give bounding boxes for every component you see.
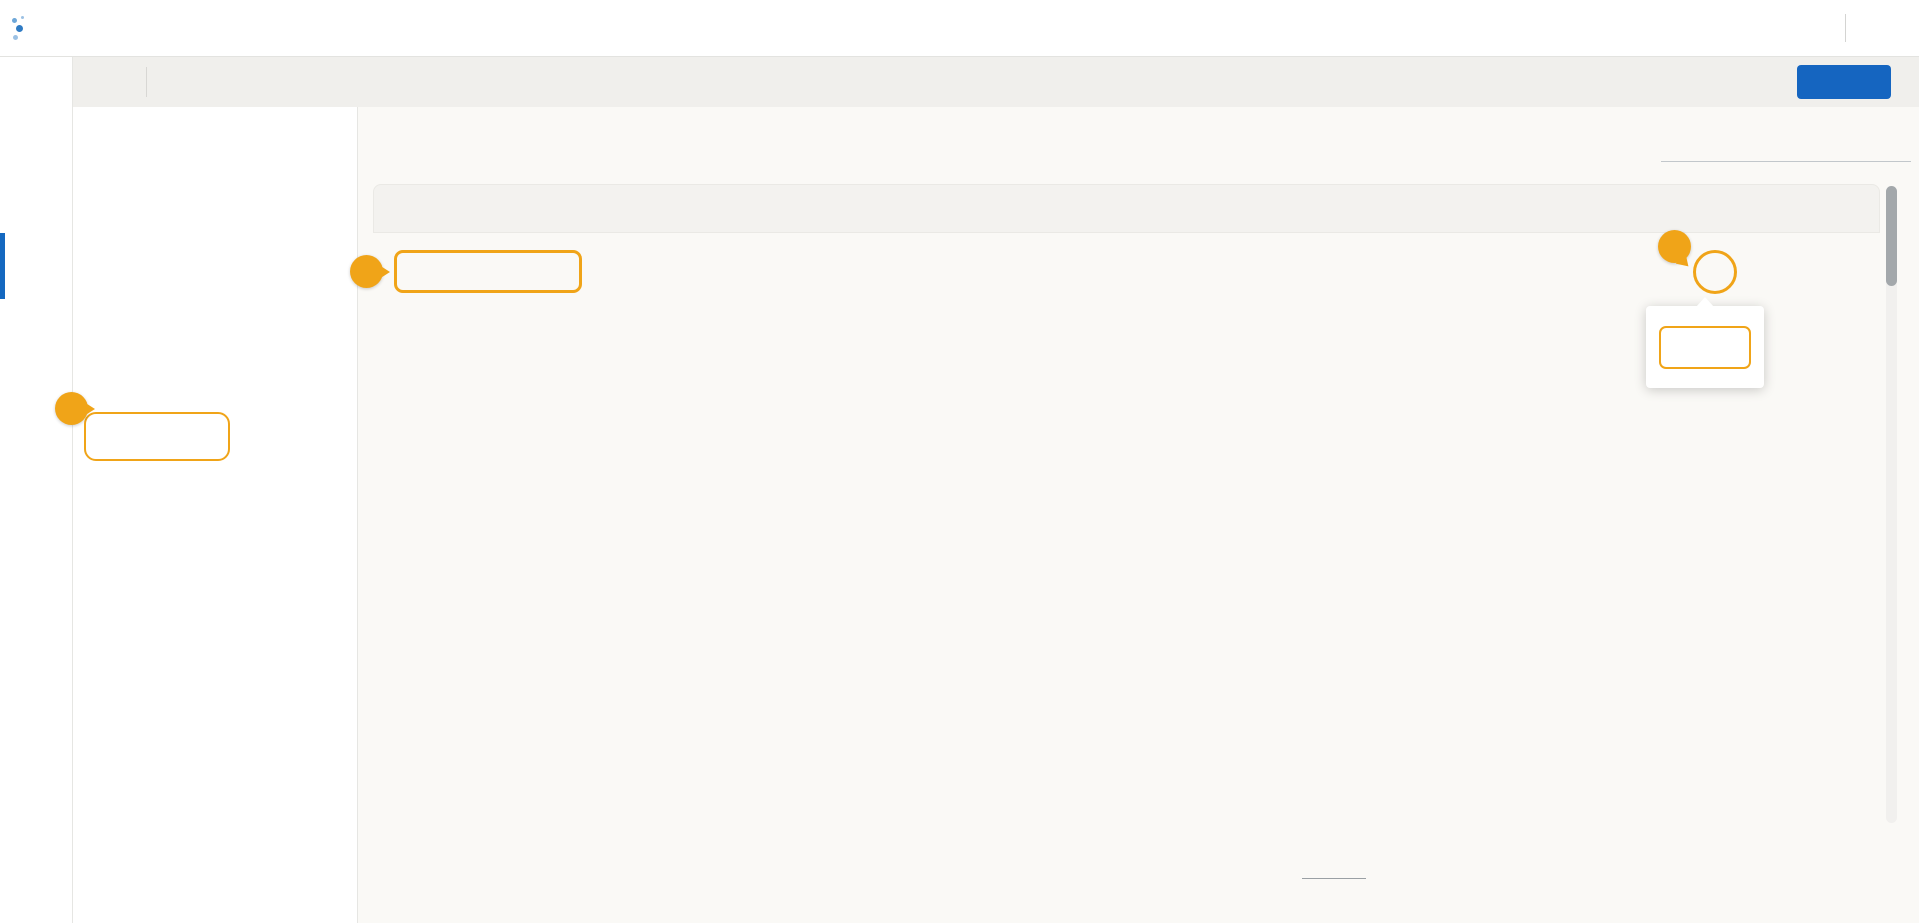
left-rail — [0, 57, 73, 923]
scrollbar-thumb[interactable] — [1886, 186, 1897, 286]
rail-active-indicator — [0, 233, 5, 299]
bdb-logo[interactable] — [16, 25, 28, 32]
header-actions — [1748, 14, 1893, 42]
table-scrollbar[interactable] — [1886, 186, 1897, 823]
annotation-step-2-badge — [350, 255, 383, 288]
toolbar — [73, 57, 1919, 107]
annotation-step-3-badge — [1658, 230, 1691, 263]
table-header-row — [373, 184, 1880, 233]
app-root — [0, 0, 1919, 923]
user-menu[interactable] — [1866, 19, 1893, 37]
caret-down-icon — [1350, 857, 1364, 871]
new-button[interactable] — [1797, 65, 1891, 99]
annotation-ring-publish-icon — [1693, 250, 1737, 294]
search-box — [1661, 124, 1911, 162]
header-divider — [1845, 14, 1846, 42]
next-page-button[interactable] — [1520, 855, 1546, 881]
logo-dots-icon — [16, 25, 23, 32]
search-input[interactable] — [1661, 124, 1889, 146]
search-icon[interactable] — [1889, 126, 1911, 148]
chevron-down-icon — [1875, 19, 1893, 37]
publish-tooltip — [1646, 306, 1764, 388]
sidebar — [73, 107, 358, 923]
prev-page-button[interactable] — [1460, 855, 1486, 881]
items-per-page-select[interactable] — [1302, 857, 1366, 879]
hamburger-menu-icon[interactable] — [99, 69, 125, 95]
help-icon[interactable] — [1796, 15, 1823, 42]
annotation-step-1-badge — [55, 392, 88, 425]
toolbar-divider — [146, 67, 147, 97]
publish-tooltip-label — [1659, 326, 1751, 369]
apps-grid-icon[interactable] — [1748, 15, 1774, 41]
data-sheets-table — [373, 184, 1880, 823]
top-header — [0, 0, 1919, 57]
pagination — [1290, 845, 1890, 891]
